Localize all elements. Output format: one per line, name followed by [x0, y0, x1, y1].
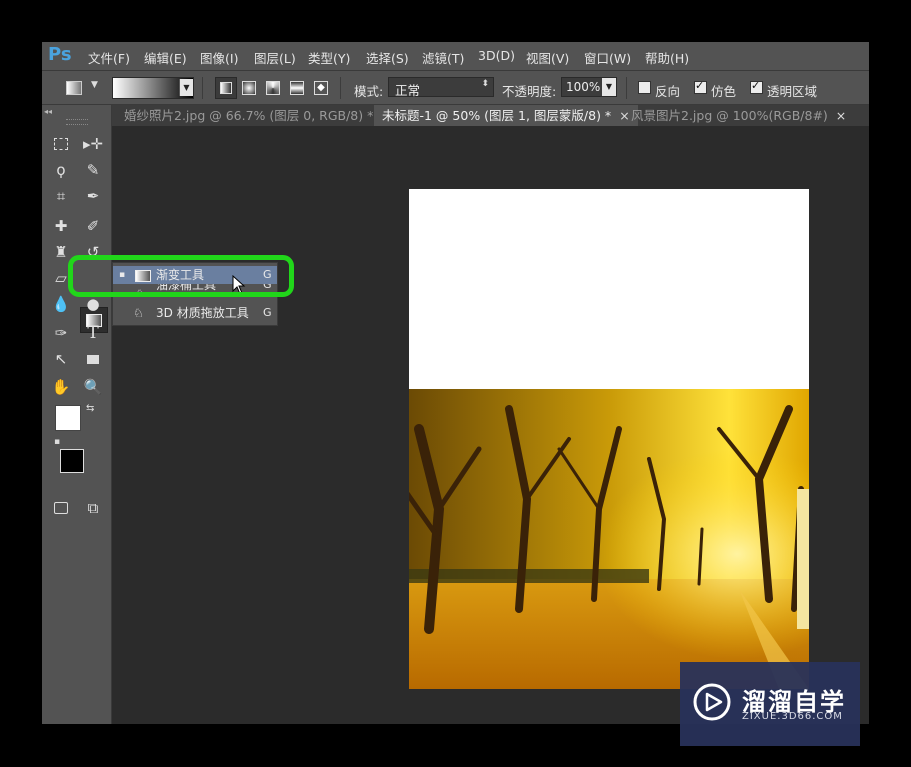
canvas-photo-layer	[409, 389, 809, 689]
linear-gradient-button[interactable]	[215, 77, 237, 99]
mode-label: 模式:	[354, 84, 384, 99]
opacity-dropdown-icon[interactable]: ▼	[602, 78, 616, 96]
3d-material-drop-icon: ♘	[133, 306, 144, 320]
menu-filter[interactable]: 滤镜(T)	[422, 48, 464, 67]
marquee-tool-icon[interactable]	[48, 133, 74, 155]
watermark: 溜溜自学 ZIXUE.3D66.COM	[680, 662, 860, 746]
dither-checkbox[interactable]	[694, 79, 707, 94]
options-bar: ▼ ▼ ◆ 模式: 正常 ⬍ 不透明度: 100% ▼ 反向 仿色 透明区域	[42, 70, 869, 105]
menu-select[interactable]: 选择(S)	[366, 48, 409, 67]
crop-tool-icon[interactable]: ⌗	[48, 185, 74, 207]
tab-label: 未标题-1 @ 50% (图层 1, 图层蒙版/8) *	[382, 108, 612, 123]
menu-bar: Ps 文件(F) 编辑(E) 图像(I) 图层(L) 类型(Y) 选择(S) 滤…	[42, 42, 869, 70]
menu-edit[interactable]: 编辑(E)	[144, 48, 187, 67]
flyout-item-shortcut: G	[263, 306, 272, 319]
blur-tool-icon[interactable]: 💧	[48, 293, 74, 315]
quick-mask-icon[interactable]	[48, 497, 74, 519]
mode-select-value: 正常	[395, 83, 421, 98]
dither-label: 仿色	[711, 84, 737, 99]
separator	[626, 77, 627, 99]
separator	[340, 77, 341, 99]
autumn-trees-image	[409, 389, 809, 689]
gradient-tool-preset-icon[interactable]	[66, 81, 82, 95]
collapse-panel-icon[interactable]: ◂◂	[44, 107, 52, 116]
menu-file[interactable]: 文件(F)	[88, 48, 130, 67]
highlight-annotation	[68, 255, 294, 297]
tab-untitled-1[interactable]: 未标题-1 @ 50% (图层 1, 图层蒙版/8) * ×	[374, 105, 638, 126]
menu-window[interactable]: 窗口(W)	[584, 48, 631, 67]
type-tool-icon[interactable]: T	[80, 322, 106, 344]
zoom-tool-icon[interactable]: 🔍	[80, 376, 106, 398]
transparency-checkbox[interactable]	[750, 79, 763, 94]
opacity-input[interactable]: 100% ▼	[561, 77, 617, 97]
tab-label: 风景图片2.jpg @ 100%(RGB/8#)	[631, 108, 828, 123]
updown-arrows-icon: ⬍	[481, 79, 489, 89]
transparency-label: 透明区域	[767, 84, 818, 99]
menu-layer[interactable]: 图层(L)	[254, 48, 296, 67]
opacity-value: 100%	[566, 80, 601, 94]
gradient-dropdown-arrow-icon[interactable]: ▼	[179, 79, 193, 96]
pen-tool-icon[interactable]: ✑	[48, 322, 74, 344]
menu-3d[interactable]: 3D(D)	[478, 48, 515, 63]
flyout-item-3d-material-drop-tool[interactable]: ♘ 3D 材质拖放工具 G	[113, 304, 277, 322]
angle-gradient-icon[interactable]	[266, 81, 280, 95]
tab-wedding-photo[interactable]: 婚纱照片2.jpg @ 66.7% (图层 0, RGB/8) *×	[116, 105, 400, 126]
background-color-swatch[interactable]	[60, 449, 84, 473]
play-logo-icon	[693, 683, 731, 721]
radial-gradient-icon[interactable]	[242, 81, 256, 95]
menu-help[interactable]: 帮助(H)	[645, 48, 689, 67]
ps-logo: Ps	[48, 44, 72, 65]
tools-panel: ◂◂ ▸✛ ϙ ✎ ⌗ ✒ ✚ ✐ ♜ ↺ ▱ 💧 ● ✑ T ↖ ✋ 🔍 ⇆ …	[42, 105, 112, 724]
chevron-down-icon[interactable]: ▼	[91, 80, 98, 90]
rectangle-tool-icon[interactable]	[80, 348, 106, 370]
eyedropper-tool-icon[interactable]: ✒	[80, 185, 106, 207]
tab-landscape-photo[interactable]: 风景图片2.jpg @ 100%(RGB/8#) ×	[623, 105, 854, 126]
reverse-checkbox[interactable]	[638, 81, 651, 94]
lasso-tool-icon[interactable]: ϙ	[48, 159, 74, 181]
tab-label: 婚纱照片2.jpg @ 66.7% (图层 0, RGB/8) *	[124, 108, 374, 123]
watermark-url: ZIXUE.3D66.COM	[742, 711, 843, 722]
swap-colors-icon[interactable]: ⇆	[86, 403, 94, 414]
path-selection-tool-icon[interactable]: ↖	[48, 348, 74, 370]
reverse-label: 反向	[655, 84, 681, 99]
brush-tool-icon[interactable]: ✐	[80, 215, 106, 237]
diamond-gradient-icon[interactable]: ◆	[314, 81, 328, 95]
healing-brush-tool-icon[interactable]: ✚	[48, 215, 74, 237]
default-colors-icon[interactable]: ▪	[54, 437, 60, 447]
quick-selection-tool-icon[interactable]: ✎	[80, 159, 106, 181]
opacity-label: 不透明度:	[502, 84, 557, 99]
close-icon[interactable]: ×	[836, 108, 846, 123]
document-tabs: 婚纱照片2.jpg @ 66.7% (图层 0, RGB/8) *× 未标题-1…	[112, 105, 869, 126]
menu-type[interactable]: 类型(Y)	[308, 48, 350, 67]
reflected-gradient-icon[interactable]	[290, 81, 304, 95]
mode-select[interactable]: 正常 ⬍	[388, 77, 494, 98]
screen-mode-icon[interactable]: ⧉	[80, 497, 106, 519]
flyout-item-label: 3D 材质拖放工具	[156, 306, 249, 320]
separator	[202, 77, 203, 99]
menu-image[interactable]: 图像(I)	[200, 48, 238, 67]
move-tool-icon[interactable]: ▸✛	[80, 133, 106, 155]
hand-tool-icon[interactable]: ✋	[48, 376, 74, 398]
menu-view[interactable]: 视图(V)	[526, 48, 569, 67]
foreground-color-swatch[interactable]	[55, 405, 81, 431]
panel-grip[interactable]	[66, 119, 88, 125]
linear-gradient-icon	[220, 82, 232, 94]
